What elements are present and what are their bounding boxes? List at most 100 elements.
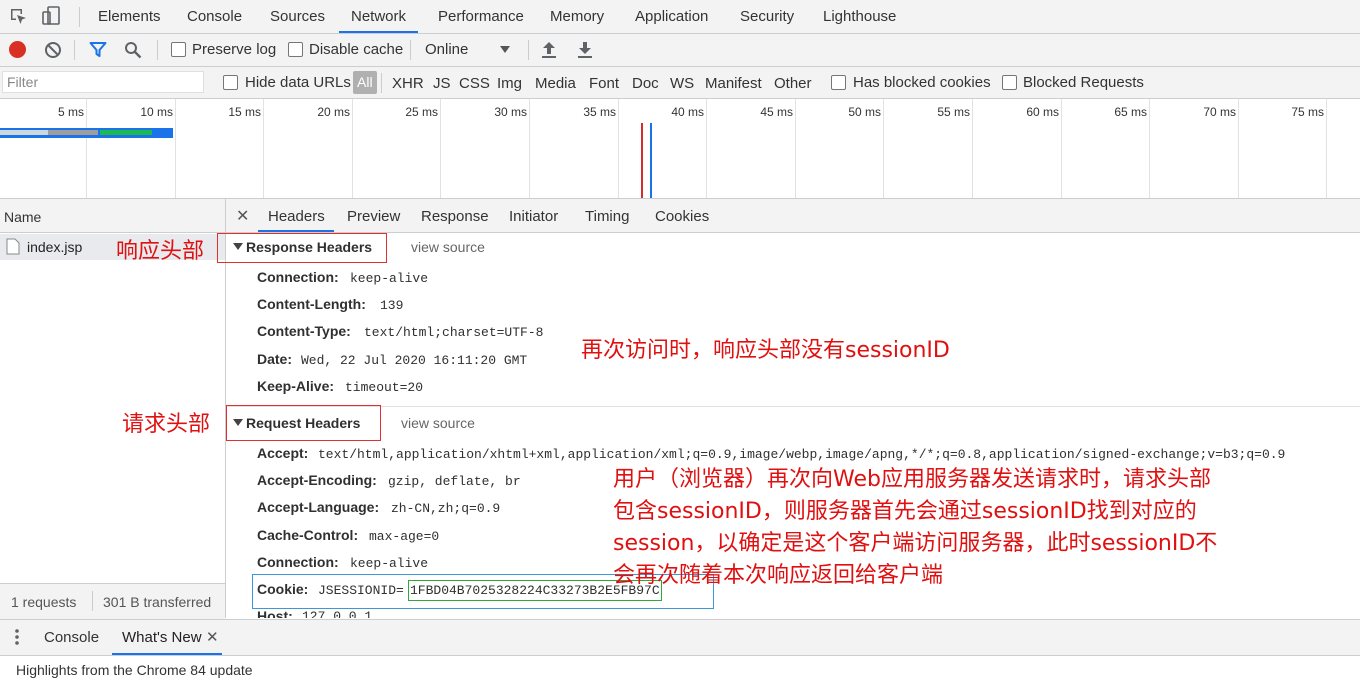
tab-initiator[interactable]: Initiator — [509, 208, 558, 225]
timeline-gridline — [263, 99, 264, 198]
whats-new-message: Highlights from the Chrome 84 update — [16, 662, 253, 678]
header-value: keep-alive — [350, 555, 429, 571]
timeline-overview[interactable]: 5 ms 10 ms 15 ms 20 ms 25 ms 30 ms 35 ms 40 ms 4… — [0, 99, 1360, 199]
request-view-source-link[interactable]: view source — [401, 415, 475, 431]
load-event-line — [641, 123, 643, 198]
tab-headers[interactable]: Headers — [268, 208, 325, 225]
type-filter-js[interactable]: JS — [433, 75, 451, 92]
request-annotation-label: 请求头部 — [122, 412, 211, 437]
type-filter-media[interactable]: Media — [535, 75, 576, 92]
type-filter-doc[interactable]: Doc — [632, 75, 659, 92]
request-ttfb-segment — [48, 130, 98, 135]
request-note-line: session，以确定是这个客户端访问服务器，此时sessionID不 — [613, 531, 1218, 556]
drawer-active-indicator — [112, 653, 222, 655]
header-value: Wed, 22 Jul 2020 16:11:20 GMT — [301, 352, 528, 368]
network-toolbar: Preserve log Disable cache Online — [0, 34, 1360, 67]
name-column-label: Name — [4, 209, 42, 225]
timeline-tick-label: 35 ms — [583, 105, 616, 119]
request-note-line: 用户（浏览器）再次向Web应用服务器发送请求时，请求头部 — [613, 467, 1211, 492]
name-column-header[interactable]: Name — [0, 199, 225, 233]
tab-application[interactable]: Application — [635, 0, 708, 33]
header-value: 139 — [380, 298, 404, 314]
header-key: Accept: — [257, 445, 309, 461]
type-filter-ws[interactable]: WS — [670, 75, 694, 92]
tab-memory[interactable]: Memory — [550, 0, 604, 33]
timeline-gridline — [883, 99, 884, 198]
tab-security[interactable]: Security — [740, 0, 794, 33]
header-key: Content-Length: — [257, 296, 366, 313]
type-filter-img[interactable]: Img — [497, 75, 522, 92]
timeline-gridline — [1326, 99, 1327, 198]
tab-sources[interactable]: Sources — [270, 0, 325, 33]
headers-tab-indicator — [258, 230, 334, 232]
response-view-source-link[interactable]: view source — [411, 239, 485, 255]
header-value: zh-CN,zh;q=0.9 — [391, 501, 501, 517]
header-value: timeout=20 — [345, 379, 424, 395]
record-icon[interactable] — [9, 41, 26, 58]
has-blocked-cookies-checkbox[interactable] — [831, 75, 846, 90]
request-name: index.jsp — [27, 239, 83, 255]
close-icon[interactable]: ✕ — [206, 628, 219, 646]
request-headers-highlight — [226, 405, 381, 441]
filter-bar: Hide data URLs All XHR JS CSS Img Media … — [0, 67, 1360, 99]
timeline-gridline — [706, 99, 707, 198]
inspect-element-icon[interactable] — [9, 7, 27, 25]
request-summary-bar: 1 requests 301 B transferred — [0, 583, 225, 619]
throttling-select[interactable]: Online — [425, 41, 468, 58]
chevron-down-icon[interactable] — [500, 46, 510, 53]
timeline-tick-label: 5 ms — [57, 105, 84, 119]
tab-preview[interactable]: Preview — [347, 208, 400, 225]
clear-icon[interactable] — [44, 41, 62, 59]
preserve-log-checkbox[interactable] — [171, 42, 186, 57]
timeline-tick-label: 10 ms — [140, 105, 173, 119]
tab-cookies[interactable]: Cookies — [655, 208, 709, 225]
export-har-icon[interactable] — [577, 41, 593, 59]
tab-console[interactable]: Console — [187, 0, 242, 33]
header-key: Cache-Control: — [257, 526, 359, 543]
device-toolbar-icon[interactable] — [41, 6, 61, 26]
drawer-tab-bar: Console What's New ✕ — [0, 619, 1360, 656]
filter-icon[interactable] — [89, 41, 107, 59]
type-filter-all[interactable]: All — [353, 71, 377, 94]
filter-input[interactable] — [2, 71, 204, 93]
timeline-gridline — [1238, 99, 1239, 198]
timeline-gridline — [618, 99, 619, 198]
tab-performance[interactable]: Performance — [438, 0, 524, 33]
document-icon — [6, 238, 20, 255]
drawer-tab-whats-new[interactable]: What's New — [122, 629, 202, 646]
blocked-requests-label: Blocked Requests — [1023, 74, 1144, 91]
disable-cache-checkbox[interactable] — [288, 42, 303, 57]
timeline-gridline — [352, 99, 353, 198]
request-download-segment — [100, 130, 152, 135]
type-filter-font[interactable]: Font — [589, 75, 619, 92]
header-value: text/html,application/xhtml+xml,applicat… — [318, 447, 1286, 462]
close-icon[interactable]: ✕ — [236, 206, 249, 226]
timeline-gridline — [440, 99, 441, 198]
tab-network[interactable]: Network — [339, 0, 419, 33]
timeline-tick-label: 60 ms — [1026, 105, 1059, 119]
type-filter-css[interactable]: CSS — [459, 75, 490, 92]
tab-elements[interactable]: Elements — [98, 0, 161, 33]
header-value: text/html;charset=UTF-8 — [364, 325, 544, 341]
search-icon[interactable] — [124, 41, 142, 59]
tab-timing[interactable]: Timing — [585, 208, 629, 225]
timeline-tick-label: 45 ms — [760, 105, 793, 119]
timeline-tick-label: 75 ms — [1291, 105, 1324, 119]
tab-response[interactable]: Response — [421, 208, 489, 225]
timeline-tick-label: 70 ms — [1203, 105, 1236, 119]
timeline-tick-label: 15 ms — [228, 105, 261, 119]
timeline-gridline — [529, 99, 530, 198]
more-vertical-icon[interactable] — [14, 628, 20, 646]
drawer-tab-console[interactable]: Console — [44, 629, 99, 646]
type-filter-xhr[interactable]: XHR — [392, 75, 424, 92]
timeline-tick-label: 40 ms — [671, 105, 704, 119]
header-value: 127.0.0.1 — [302, 609, 373, 618]
tab-lighthouse[interactable]: Lighthouse — [823, 0, 896, 33]
timeline-gridline — [1149, 99, 1150, 198]
blocked-requests-checkbox[interactable] — [1002, 75, 1017, 90]
import-har-icon[interactable] — [541, 41, 557, 59]
hide-data-urls-checkbox[interactable] — [223, 75, 238, 90]
type-filter-manifest[interactable]: Manifest — [705, 75, 762, 92]
type-filter-other[interactable]: Other — [774, 75, 812, 92]
header-value: max-age=0 — [369, 528, 440, 544]
